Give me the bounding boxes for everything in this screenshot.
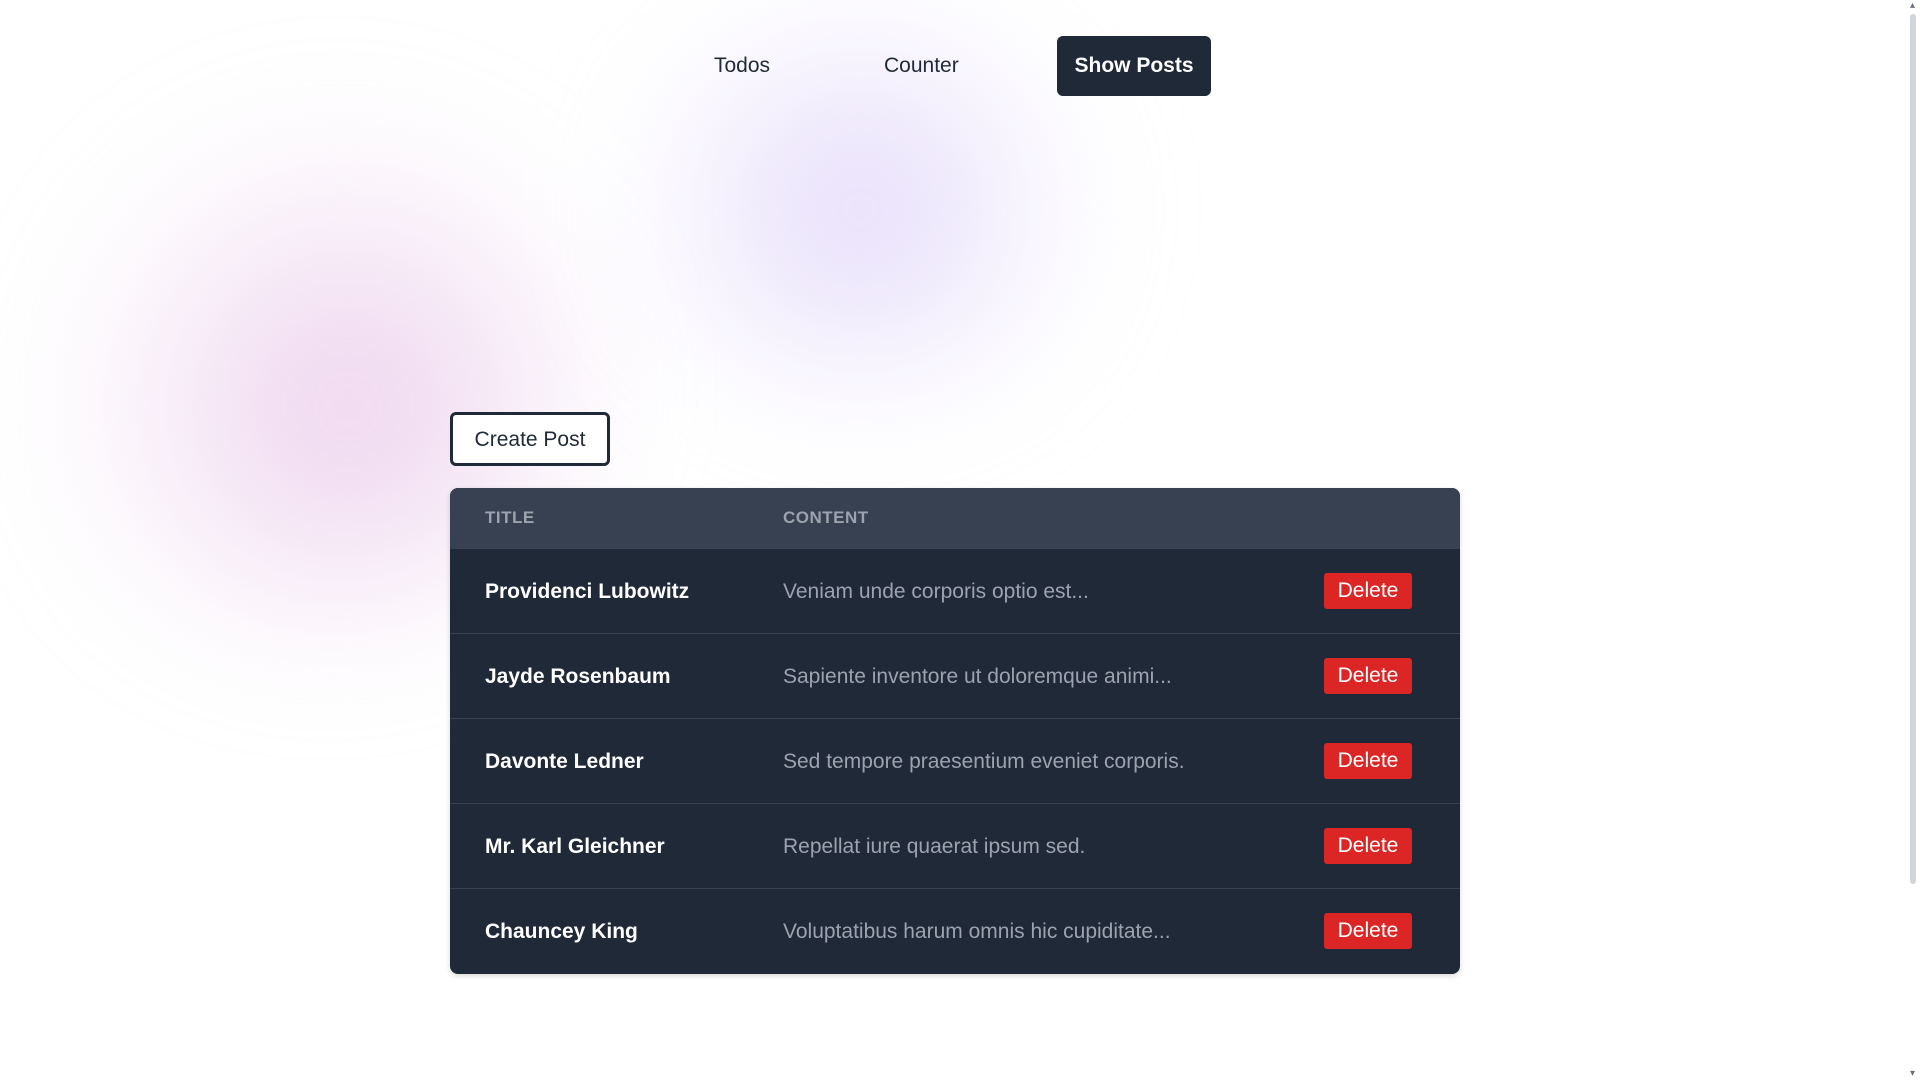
table-header: Title Content xyxy=(450,488,1460,548)
nav-todos[interactable]: Todos xyxy=(698,36,786,96)
delete-button[interactable]: Delete xyxy=(1324,828,1412,864)
table-row: Jayde Rosenbaum Sapiente inventore ut do… xyxy=(450,633,1460,718)
post-title: Mr. Karl Gleichner xyxy=(485,835,665,858)
posts-table: Title Content Providenci Lubowitz Veniam… xyxy=(450,488,1460,974)
page: Todos Counter Show Posts Create Post Tit… xyxy=(0,0,1920,1080)
delete-button[interactable]: Delete xyxy=(1324,573,1412,609)
post-content: Voluptatibus harum omnis hic cupiditate.… xyxy=(783,920,1171,943)
post-title: Davonte Ledner xyxy=(485,750,644,773)
post-title: Providenci Lubowitz xyxy=(485,580,690,603)
post-content: Sed tempore praesentium eveniet corporis… xyxy=(783,750,1185,773)
scroll-up-icon[interactable]: ▴ xyxy=(1905,0,1920,12)
post-title: Chauncey King xyxy=(485,920,638,943)
post-content: Repellat iure quaerat ipsum sed. xyxy=(783,835,1086,858)
column-header-title: Title xyxy=(485,508,535,527)
table-row: Providenci Lubowitz Veniam unde corporis… xyxy=(450,548,1460,633)
vertical-scrollbar[interactable]: ▴ ▾ xyxy=(1905,0,1920,1080)
delete-button[interactable]: Delete xyxy=(1324,743,1412,779)
delete-button[interactable]: Delete xyxy=(1324,913,1412,949)
post-content: Veniam unde corporis optio est... xyxy=(783,580,1089,603)
post-title: Jayde Rosenbaum xyxy=(485,665,671,688)
scroll-thumb[interactable] xyxy=(1910,14,1916,884)
delete-button[interactable]: Delete xyxy=(1324,658,1412,694)
column-header-content: Content xyxy=(783,508,869,527)
table-row: Mr. Karl Gleichner Repellat iure quaerat… xyxy=(450,803,1460,888)
nav-counter[interactable]: Counter xyxy=(868,36,975,96)
create-post-button[interactable]: Create Post xyxy=(450,412,610,466)
scroll-down-icon[interactable]: ▾ xyxy=(1905,1068,1920,1080)
table-row: Chauncey King Voluptatibus harum omnis h… xyxy=(450,888,1460,973)
post-content: Sapiente inventore ut doloremque animi..… xyxy=(783,665,1172,688)
top-nav: Todos Counter Show Posts xyxy=(0,36,1920,96)
nav-show-posts[interactable]: Show Posts xyxy=(1057,36,1211,96)
table-row: Davonte Ledner Sed tempore praesentium e… xyxy=(450,718,1460,803)
